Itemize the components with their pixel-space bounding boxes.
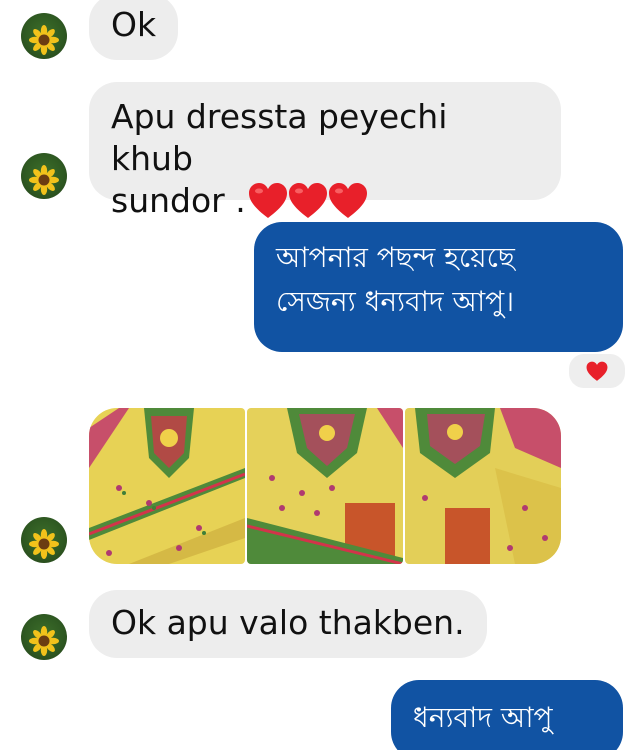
contact-avatar[interactable] (21, 13, 67, 59)
chat-thread: Ok Apu dressta peyechi khub sundor . আপন… (0, 0, 640, 750)
message-text-line: sundor . (111, 181, 246, 220)
hearts-emoji-group (248, 182, 368, 220)
message-bubble-incoming[interactable]: Ok (89, 0, 179, 60)
heart-emoji-icon (248, 183, 287, 218)
photo-attachment[interactable] (247, 408, 403, 564)
message-bubble-incoming[interactable]: Ok apu valo thakben. (89, 590, 487, 658)
dress-photo-image (247, 408, 403, 564)
message-bubble-incoming[interactable]: Apu dressta peyechi khub sundor . (89, 82, 561, 220)
contact-avatar[interactable] (21, 517, 67, 563)
message-text: Ok (111, 5, 157, 44)
sunflower-avatar-icon (29, 25, 59, 55)
heart-reaction-icon (586, 361, 608, 381)
message-reaction[interactable] (567, 352, 627, 390)
dress-photo-image (405, 408, 561, 564)
message-text-line-row: sundor . (111, 180, 539, 222)
photo-attachment[interactable] (89, 408, 245, 564)
message-text-line: আপনার পছন্দ হয়েছে (276, 241, 515, 274)
message-bubble-outgoing[interactable]: আপনার পছন্দ হয়েছে সেজন্য ধন্যবাদ আপু। (254, 222, 623, 352)
sunflower-avatar-icon (29, 165, 59, 195)
heart-emoji-icon (288, 183, 327, 218)
message-text: Ok apu valo thakben. (111, 603, 465, 642)
dress-photo-image (89, 408, 245, 564)
message-text-line: Apu dressta peyechi khub (111, 97, 448, 178)
message-text-line: সেজন্য ধন্যবাদ আপু। (276, 285, 515, 318)
contact-avatar[interactable] (21, 153, 67, 199)
sunflower-avatar-icon (29, 626, 59, 656)
photo-attachment[interactable] (405, 408, 561, 564)
contact-avatar[interactable] (21, 614, 67, 660)
message-bubble-outgoing[interactable]: ধন্যবাদ আপু (391, 680, 623, 750)
sunflower-avatar-icon (29, 529, 59, 559)
message-text: ধন্যবাদ আপু (413, 701, 553, 734)
heart-emoji-icon (328, 183, 367, 218)
